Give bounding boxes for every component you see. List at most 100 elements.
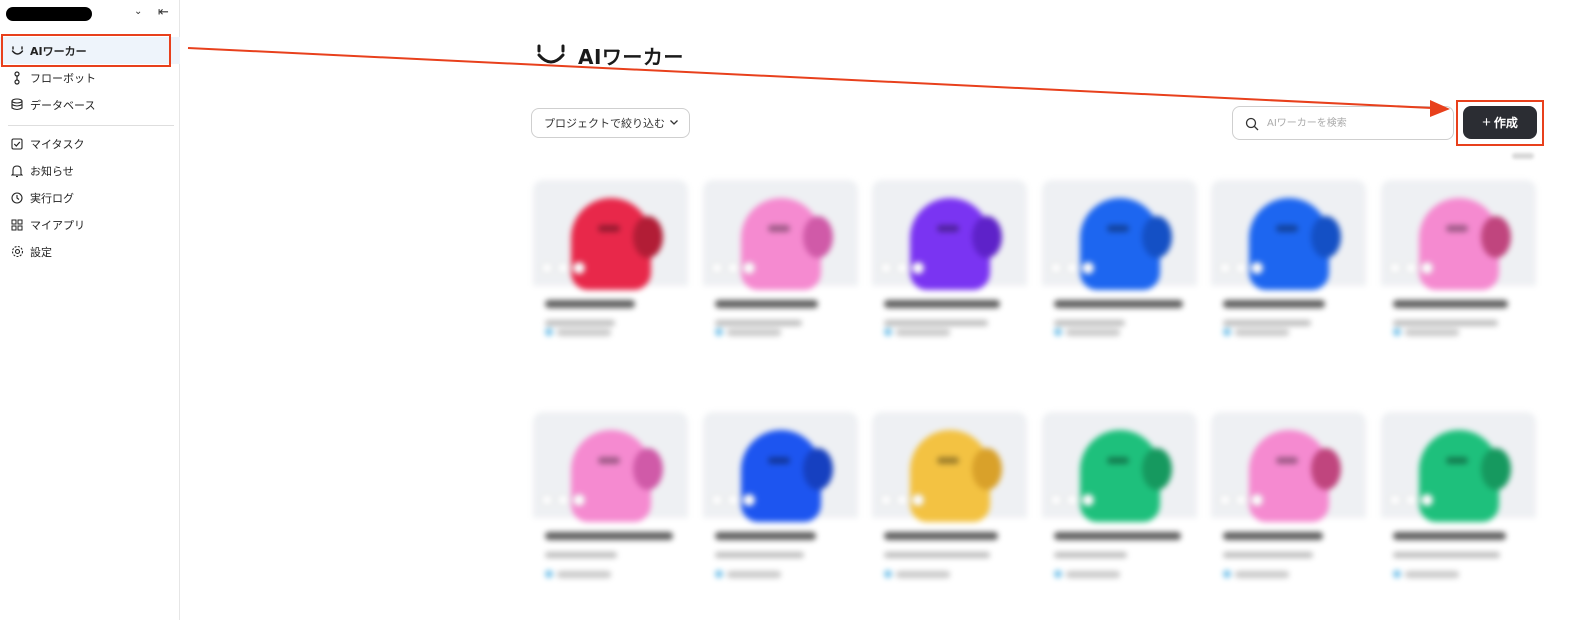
card-description-blurred [1054, 552, 1127, 558]
app-badge-icon [880, 262, 892, 274]
sidebar-item-execution-log[interactable]: 実行ログ [0, 184, 180, 211]
sidebar-item-label: フローボット [30, 71, 96, 85]
mascot-limb [1481, 448, 1511, 490]
sidebar-item-my-tasks[interactable]: マイタスク [0, 130, 180, 157]
filter-label: プロジェクトで絞り込む [544, 117, 665, 130]
ai-worker-card[interactable] [703, 180, 858, 388]
mascot-limb [1142, 448, 1172, 490]
card-thumbnail [703, 180, 858, 290]
chevron-down-icon[interactable]: ⌄ [134, 6, 142, 17]
search-box[interactable] [1232, 106, 1454, 140]
mascot-face [598, 225, 620, 232]
ai-worker-card[interactable] [872, 412, 1027, 620]
workspace-name-redacted [6, 7, 92, 21]
app-badge-icon [896, 494, 908, 506]
smile-icon [537, 44, 565, 64]
card-description-blurred [1393, 320, 1498, 326]
app-badge-icon [1251, 494, 1263, 506]
sidebar-item-notifications[interactable]: お知らせ [0, 157, 180, 184]
search-input[interactable] [1267, 113, 1447, 133]
sidebar-item-label: 設定 [30, 245, 52, 259]
ai-worker-card[interactable] [1211, 412, 1366, 620]
card-description-blurred [545, 320, 615, 326]
ai-worker-card[interactable] [703, 412, 858, 620]
project-tag-icon [1054, 328, 1062, 336]
card-title-blurred [1393, 532, 1506, 540]
bell-icon [10, 164, 24, 178]
project-tag-blurred [1405, 329, 1459, 336]
app-badges [711, 262, 759, 274]
sidebar-item-label: 実行ログ [30, 191, 74, 205]
sidebar-item-flowbot[interactable]: フローボット [0, 64, 180, 91]
chevron-down-icon [670, 120, 678, 125]
ai-worker-card[interactable] [533, 180, 688, 388]
app-badges [1219, 494, 1267, 506]
app-badges [541, 494, 589, 506]
project-tag-icon [715, 570, 723, 578]
clock-icon [10, 191, 24, 205]
ai-worker-card[interactable] [1211, 180, 1366, 388]
project-tag-blurred [727, 571, 781, 578]
ai-worker-card[interactable] [1042, 180, 1197, 388]
card-thumbnail [1381, 412, 1536, 522]
project-tag-icon [545, 570, 553, 578]
app-badge-icon [1082, 262, 1094, 274]
project-tag-blurred [727, 329, 781, 336]
app-badge-icon [1421, 494, 1433, 506]
app-badge-icon [1082, 494, 1094, 506]
project-filter-dropdown[interactable]: プロジェクトで絞り込む [531, 108, 690, 138]
card-description-blurred [884, 552, 990, 558]
card-title-blurred [1393, 300, 1508, 308]
card-description-blurred [1223, 552, 1313, 558]
ai-worker-card[interactable] [533, 412, 688, 620]
card-description-blurred [1223, 320, 1311, 326]
project-tag-icon [545, 328, 553, 336]
sidebar: ⌄ ⇤ AIワーカー フローボット データベース マイタスク お知らせ 実行ログ… [0, 0, 180, 620]
app-badge-icon [573, 262, 585, 274]
app-badges [1389, 494, 1437, 506]
mascot-limb [972, 216, 1002, 258]
mascot-limb [633, 216, 663, 258]
app-badges [880, 262, 928, 274]
ai-worker-card[interactable] [1042, 412, 1197, 620]
app-badge-icon [912, 262, 924, 274]
card-description-blurred [884, 320, 988, 326]
project-tag-icon [1393, 328, 1401, 336]
card-thumbnail [1042, 180, 1197, 290]
card-thumbnail [703, 412, 858, 522]
card-description-blurred [1054, 320, 1125, 326]
ai-worker-card[interactable] [1381, 412, 1536, 620]
sidebar-item-label: お知らせ [30, 164, 74, 178]
card-thumbnail [533, 180, 688, 290]
highlight-box-ai-worker [1, 34, 171, 67]
app-badge-icon [573, 494, 585, 506]
app-badge-icon [1050, 262, 1062, 274]
app-badge-icon [541, 494, 553, 506]
workspace-switcher[interactable]: ⌄ ⇤ [6, 5, 176, 24]
sidebar-item-label: データベース [30, 98, 96, 112]
mascot-limb [972, 448, 1002, 490]
sidebar-item-settings[interactable]: 設定 [0, 238, 180, 265]
project-tag-blurred [1066, 329, 1120, 336]
app-badges [541, 262, 589, 274]
mascot-face [1107, 457, 1129, 464]
ai-worker-card[interactable] [872, 180, 1027, 388]
page-title: AIワーカー [578, 44, 684, 69]
mascot-limb [1311, 216, 1341, 258]
card-title-blurred [1223, 532, 1323, 540]
sidebar-item-my-apps[interactable]: マイアプリ [0, 211, 180, 238]
sidebar-item-database[interactable]: データベース [0, 91, 180, 118]
card-title-blurred [1054, 300, 1183, 308]
card-title-blurred [884, 300, 1000, 308]
ai-worker-card[interactable] [1381, 180, 1536, 388]
app-badge-icon [541, 262, 553, 274]
mascot-face [937, 225, 959, 232]
page-header: AIワーカー [536, 40, 684, 70]
checkbox-icon [10, 137, 24, 151]
app-badge-icon [1219, 494, 1231, 506]
project-tag-blurred [1235, 571, 1289, 578]
collapse-sidebar-icon[interactable]: ⇤ [158, 5, 169, 20]
app-badge-icon [743, 494, 755, 506]
mascot-limb [1311, 448, 1341, 490]
card-title-blurred [1223, 300, 1325, 308]
